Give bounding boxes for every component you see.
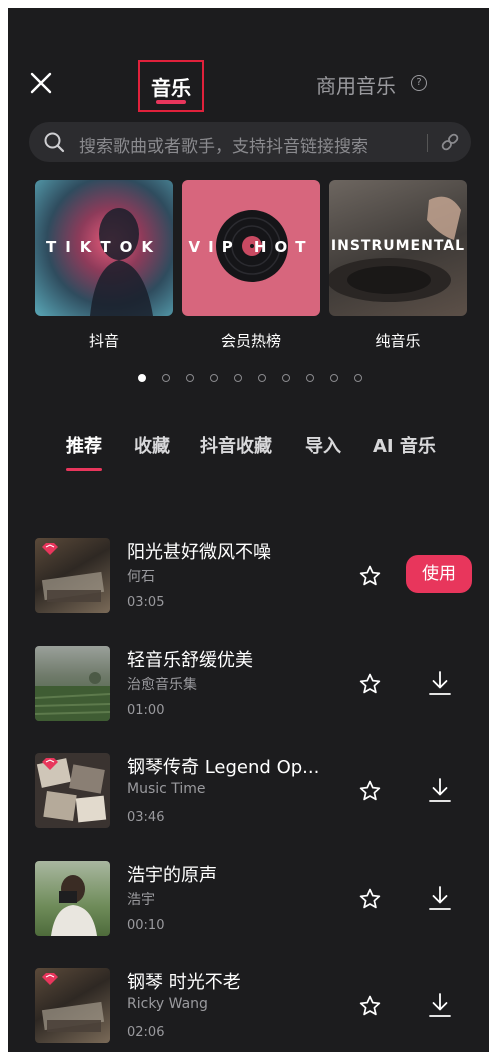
song-artist: 治愈音乐集 (127, 677, 197, 693)
song-row[interactable]: 轻音乐舒缓优美 治愈音乐集 01:00 (8, 646, 489, 746)
vip-gem-icon (42, 543, 58, 555)
search-bar[interactable]: 搜索歌曲或者歌手，支持抖音链接搜索 (29, 122, 471, 162)
song-title: 阳光甚好微风不噪 (127, 542, 271, 563)
top-bar: 音乐 商用音乐 ? (8, 60, 489, 120)
vip-gem-icon (42, 973, 58, 985)
category-vip-hot-image: VIP HOT (182, 180, 320, 316)
category-tiktok-overlay: TIKTOK (45, 238, 163, 256)
song-row[interactable]: 浩宇的原声 浩宇 00:10 (8, 861, 489, 961)
star-icon[interactable] (358, 887, 382, 911)
tab-ai-music[interactable]: AI 音乐 (373, 432, 436, 458)
song-thumbnail (35, 753, 110, 828)
tab-recommended[interactable]: 推荐 (66, 432, 102, 471)
tab-active-underline (66, 468, 102, 471)
song-title: 钢琴 时光不老 (127, 972, 241, 993)
star-icon[interactable] (358, 994, 382, 1018)
carousel-dot[interactable] (330, 374, 338, 382)
song-title: 钢琴传奇 Legend Op... (127, 757, 320, 778)
carousel-dot[interactable] (210, 374, 218, 382)
category-vip-hot-label: 会员热榜 (220, 332, 281, 350)
song-thumbnail (35, 861, 110, 936)
download-icon[interactable] (428, 885, 452, 911)
tab-recommended-label: 推荐 (66, 436, 102, 457)
song-row[interactable]: 阳光甚好微风不噪 何石 03:05 使用 (8, 538, 489, 638)
song-duration: 00:10 (127, 918, 165, 933)
help-icon[interactable]: ? (411, 75, 427, 91)
tab-active-indicator (156, 100, 186, 104)
star-icon[interactable] (358, 672, 382, 696)
tab-import[interactable]: 导入 (305, 432, 341, 458)
person-with-camera (51, 875, 97, 936)
song-thumbnail (35, 968, 110, 1043)
search-icon (44, 132, 65, 153)
song-artist: Music Time (127, 781, 206, 797)
carousel-dot[interactable] (258, 374, 266, 382)
category-instrumental[interactable]: INSTRUMENTAL 纯音乐 (329, 180, 467, 350)
song-duration: 03:05 (127, 595, 165, 610)
carousel-dot[interactable] (162, 374, 170, 382)
song-artist: Ricky Wang (127, 996, 208, 1012)
carousel-dot[interactable] (138, 374, 146, 382)
category-instrumental-label: 纯音乐 (375, 332, 421, 350)
download-icon[interactable] (428, 670, 452, 696)
category-tiktok[interactable]: TIKTOK 抖音 (35, 180, 173, 350)
category-vip-hot-overlay: VIP HOT (188, 238, 314, 256)
song-title: 浩宇的原声 (127, 865, 217, 886)
carousel-dot[interactable] (306, 374, 314, 382)
star-icon[interactable] (358, 564, 382, 588)
song-duration: 03:46 (127, 810, 165, 825)
tab-music[interactable]: 音乐 (138, 60, 204, 112)
use-button[interactable]: 使用 (406, 555, 472, 593)
song-title: 轻音乐舒缓优美 (127, 650, 253, 671)
download-icon[interactable] (428, 777, 452, 803)
tab-music-label: 音乐 (151, 76, 191, 100)
category-instrumental-overlay: INSTRUMENTAL (330, 238, 466, 254)
download-icon[interactable] (428, 992, 452, 1018)
song-row[interactable]: 钢琴传奇 Legend Op... Music Time 03:46 (8, 753, 489, 853)
tab-douyin-favorites[interactable]: 抖音收藏 (200, 432, 272, 458)
search-divider (427, 134, 428, 152)
category-vip-hot[interactable]: VIP HOT 会员热榜 (182, 180, 320, 350)
song-artist: 浩宇 (127, 892, 155, 908)
song-row[interactable]: 钢琴 时光不老 Ricky Wang 02:06 (8, 968, 489, 1052)
vip-gem-icon (42, 758, 58, 770)
category-tiktok-label: 抖音 (88, 332, 119, 350)
sub-tabs: 推荐 收藏 抖音收藏 导入 AI 音乐 (8, 428, 489, 478)
carousel-dot[interactable] (282, 374, 290, 382)
tab-favorites[interactable]: 收藏 (134, 432, 170, 458)
music-picker-screen: 音乐 商用音乐 ? 搜索歌曲或者歌手，支持抖音链接搜索 TIKTOK 抖音 VI… (8, 8, 489, 1052)
field-photo (35, 672, 110, 721)
song-thumbnail (35, 538, 110, 613)
carousel-dot[interactable] (354, 374, 362, 382)
song-duration: 02:06 (127, 1025, 165, 1040)
song-artist: 何石 (127, 569, 155, 585)
close-icon[interactable] (28, 70, 54, 96)
song-thumbnail (35, 646, 110, 721)
carousel-dot[interactable] (186, 374, 194, 382)
song-duration: 01:00 (127, 703, 165, 718)
tab-commercial-music[interactable]: 商用音乐 (316, 70, 396, 99)
star-icon[interactable] (358, 779, 382, 803)
carousel-dot[interactable] (234, 374, 242, 382)
search-input[interactable]: 搜索歌曲或者歌手，支持抖音链接搜索 (79, 132, 368, 157)
category-tiktok-image: TIKTOK (35, 180, 173, 316)
category-instrumental-image: INSTRUMENTAL (329, 180, 467, 316)
link-icon[interactable] (439, 131, 461, 153)
